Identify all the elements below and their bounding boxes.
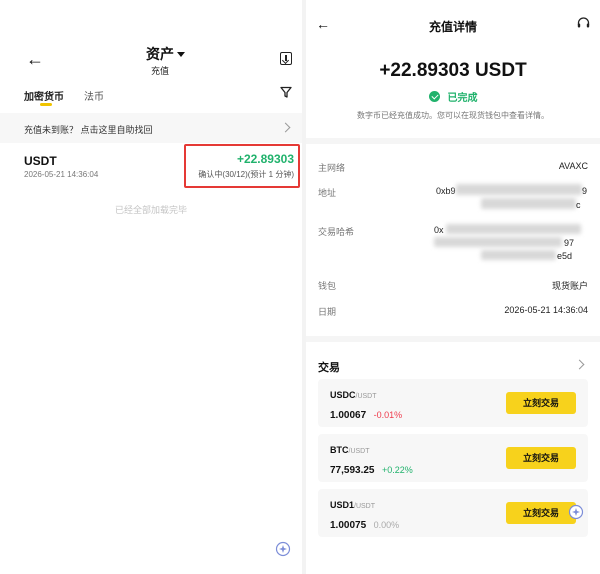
page-subtitle: 充值	[151, 66, 170, 76]
divider	[306, 138, 600, 144]
address-end-char: 9	[582, 186, 588, 196]
pair-change: 0.00%	[373, 520, 400, 530]
tab-active-indicator	[40, 103, 52, 106]
date-value: 2026-05-21 14:36:04	[504, 305, 588, 315]
pair-price-row: 1.00067 -0.01%	[330, 405, 402, 423]
chevron-right-icon[interactable]	[574, 359, 585, 370]
record-timestamp: 2026-05-21 14:36:04	[24, 170, 99, 179]
check-circle-icon	[429, 91, 440, 103]
hash-redacted	[446, 224, 581, 234]
sparkle-icon[interactable]	[275, 541, 291, 557]
headset-icon[interactable]	[577, 17, 590, 29]
pair-name: BTC/USDT	[330, 445, 370, 455]
hash-redacted-line3	[481, 250, 556, 260]
status-badge: 已完成	[429, 88, 477, 106]
missing-deposit-banner[interactable]: 充值未到账？ 点击这里自助找回	[0, 113, 302, 143]
pair-price-row: 1.00075 0.00%	[330, 515, 399, 533]
filter-icon[interactable]	[280, 86, 292, 98]
pair-base: BTC	[330, 445, 349, 455]
record-amount: +22.89303	[236, 152, 294, 166]
banner-text: 充值未到账？ 点击这里自助找回	[24, 125, 153, 135]
record-confirm-status: 确认中(30/12)(预计 1 分钟)	[198, 170, 294, 179]
hash-label: 交易哈希	[318, 227, 355, 237]
hash-start: 0x	[434, 225, 444, 235]
deposit-detail-panel: ← 充值详情 +22.89303 USDT 已完成 数字币已经充值成功。您可以在…	[306, 0, 600, 574]
pair-price: 77,593.25	[330, 465, 375, 476]
address-tail: c	[576, 200, 581, 210]
pair-quote: /USDT	[354, 503, 376, 510]
detail-amount: +22.89303 USDT	[379, 60, 527, 81]
chevron-right-icon	[280, 122, 291, 133]
trade-now-button[interactable]: 立刻交易	[506, 392, 576, 414]
pair-name: USDC/USDT	[330, 390, 377, 400]
pair-change: +0.22%	[381, 465, 413, 475]
all-loaded-text: 已经全部加载完毕	[114, 205, 187, 215]
trade-pair-card[interactable]: USD1/USDT 1.00075 0.00% 立刻交易	[318, 489, 588, 537]
tab-crypto[interactable]: 加密货币	[24, 88, 64, 103]
pair-base: USD1	[330, 500, 355, 510]
sparkle-icon[interactable]	[568, 504, 584, 520]
tab-fiat[interactable]: 法币	[84, 88, 104, 103]
dropdown-caret-icon	[177, 52, 185, 58]
hash-tail: e5d	[557, 251, 573, 261]
detail-title: 充值详情	[428, 20, 477, 34]
assets-deposit-panel: ← 资产 充值 加密货币 法币 充值未到账？ 点击这里自助找回 USDT 202…	[0, 0, 302, 574]
address-label: 地址	[318, 188, 337, 198]
address-redacted	[456, 184, 582, 195]
pair-price: 1.00067	[330, 410, 367, 421]
trade-now-button[interactable]: 立刻交易	[506, 447, 576, 469]
network-label: 主网络	[318, 163, 346, 173]
address-start: 0xb9	[436, 186, 456, 196]
wallet-value: 现货账户	[551, 281, 588, 291]
pair-price: 1.00075	[330, 520, 367, 531]
trade-pair-card[interactable]: USDC/USDT 1.00067 -0.01% 立刻交易	[318, 379, 588, 427]
download-icon[interactable]	[280, 52, 292, 65]
wallet-label: 钱包	[318, 281, 337, 291]
network-value: AVAXC	[558, 161, 588, 171]
highlight-box	[184, 144, 300, 188]
date-label: 日期	[318, 307, 337, 317]
deposit-record-row[interactable]: USDT 2026-05-21 14:36:04 +22.89303 确认中(3…	[0, 144, 302, 192]
record-coin: USDT	[24, 154, 57, 168]
back-arrow-icon[interactable]: ←	[26, 50, 44, 68]
page-title-text: 资产	[146, 46, 174, 62]
detail-description: 数字币已经充值成功。您可以在现货钱包中查看详情。	[357, 111, 549, 120]
pair-name: USD1/USDT	[330, 500, 375, 510]
divider	[306, 336, 600, 342]
address-redacted-line2	[481, 198, 576, 209]
hash-redacted-line2	[434, 237, 562, 247]
pair-base: USDC	[330, 390, 356, 400]
pair-change: -0.01%	[373, 410, 403, 420]
page-title[interactable]: 资产	[146, 44, 185, 64]
pair-price-row: 77,593.25 +0.22%	[330, 460, 413, 478]
trade-section-title: 交易	[318, 362, 340, 374]
pair-quote: /USDT	[355, 393, 377, 400]
status-text: 已完成	[447, 93, 478, 105]
hash-mid-char: 97	[564, 238, 575, 248]
trade-pair-card[interactable]: BTC/USDT 77,593.25 +0.22% 立刻交易	[318, 434, 588, 482]
trade-now-button[interactable]: 立刻交易	[506, 502, 576, 524]
pair-quote: /USDT	[348, 448, 370, 455]
